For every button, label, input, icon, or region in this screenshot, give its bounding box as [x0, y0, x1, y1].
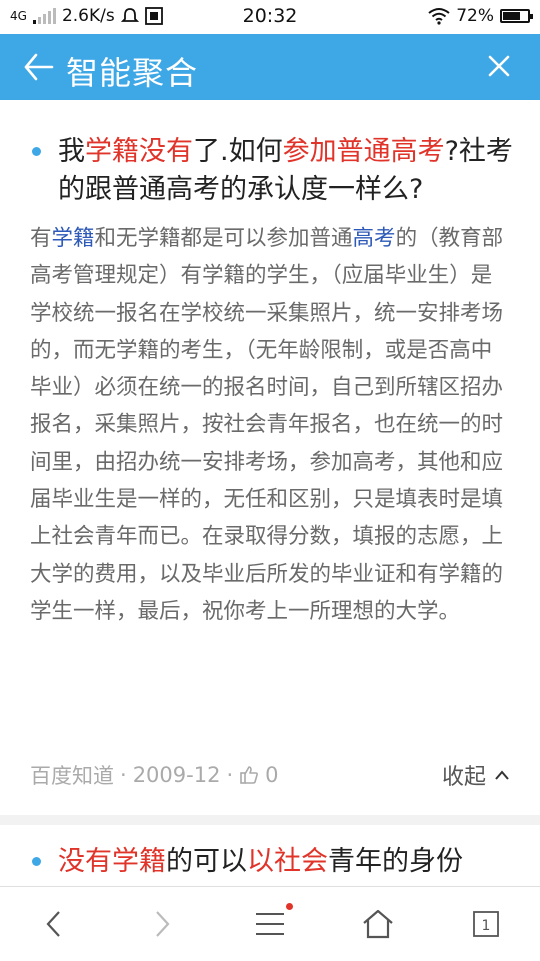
nav-forward-button[interactable]: [108, 887, 216, 961]
title-segment: 青年的身份: [328, 846, 463, 877]
collapse-button[interactable]: 收起: [442, 759, 510, 791]
battery-icon: [500, 9, 533, 23]
app-header: 智能聚合: [0, 34, 540, 100]
meta-separator: ·: [226, 763, 234, 787]
status-right: 72%: [428, 6, 533, 26]
nav-back-button[interactable]: [0, 887, 108, 961]
chevron-right-icon: [156, 911, 170, 937]
result-card[interactable]: 我学籍没有了.如何参加普通高考?社考的跟普通高考的承认度一样么? 有学籍和无学籍…: [0, 100, 540, 815]
meta-separator: ·: [120, 763, 127, 787]
close-icon[interactable]: [484, 51, 514, 81]
results-list: 我学籍没有了.如何参加普通高考?社考的跟普通高考的承认度一样么? 有学籍和无学籍…: [0, 100, 540, 886]
status-bar: 4G 2.6K/s 20:32 72%: [0, 0, 540, 34]
bullet-icon: [32, 857, 41, 866]
title-segment: 我: [58, 136, 85, 167]
result-title[interactable]: 我学籍没有了.如何参加普通高考?社考的跟普通高考的承认度一样么?: [58, 133, 518, 209]
result-card[interactable]: 没有学籍的可以以社会青年的身份: [0, 825, 540, 886]
result-date: 2009-12: [132, 763, 221, 787]
collapse-label: 收起: [441, 765, 486, 790]
chevron-left-icon: [46, 911, 60, 937]
title-segment: 了.如何: [193, 136, 283, 167]
nav-tabs-button[interactable]: 1: [432, 887, 540, 961]
battery-percent: 72%: [456, 6, 494, 26]
like-count: 0: [265, 763, 279, 787]
result-meta: 百度知道 · 2009-12 · 0: [30, 760, 279, 790]
result-answer: 有学籍和无学籍都是可以参加普通高考的（教育部高考管理规定）有学籍的学生，（应届毕…: [30, 220, 510, 630]
title-highlight: 参加普通高考: [282, 136, 445, 167]
thumbs-up-icon[interactable]: [239, 765, 259, 785]
title-highlight: 学籍没有: [85, 136, 193, 167]
nav-home-button[interactable]: [324, 887, 432, 961]
bottom-nav: 1: [0, 886, 540, 961]
source-name: 百度知道: [30, 764, 114, 788]
menu-icon: [256, 913, 284, 935]
card-divider: [0, 815, 540, 825]
answer-segment: 有: [30, 226, 52, 251]
arrow-left-icon[interactable]: [22, 49, 62, 85]
chevron-up-icon: [495, 770, 509, 780]
wifi-icon: [428, 8, 450, 25]
title-segment: 的可以: [166, 846, 247, 877]
answer-segment: 的（教育部高考管理规定）有学籍的学生，（应届毕业生）是学校统一报名在学校统一采集…: [30, 226, 504, 624]
home-icon: [363, 909, 393, 939]
page-title: 智能聚合: [66, 54, 199, 92]
menu-notification-dot: [286, 903, 293, 910]
answer-keyword: 学籍: [51, 226, 95, 251]
title-highlight: 以社会: [247, 846, 328, 877]
nav-menu-button[interactable]: [216, 887, 324, 961]
bullet-icon: [32, 147, 41, 156]
title-highlight: 没有学籍: [58, 846, 166, 877]
result-title[interactable]: 没有学籍的可以以社会青年的身份: [58, 843, 528, 881]
answer-segment: 和无学籍都是可以参加普通: [94, 226, 353, 251]
tabs-icon: 1: [473, 911, 499, 937]
answer-keyword: 高考: [352, 226, 396, 251]
tabs-count: 1: [482, 918, 491, 934]
